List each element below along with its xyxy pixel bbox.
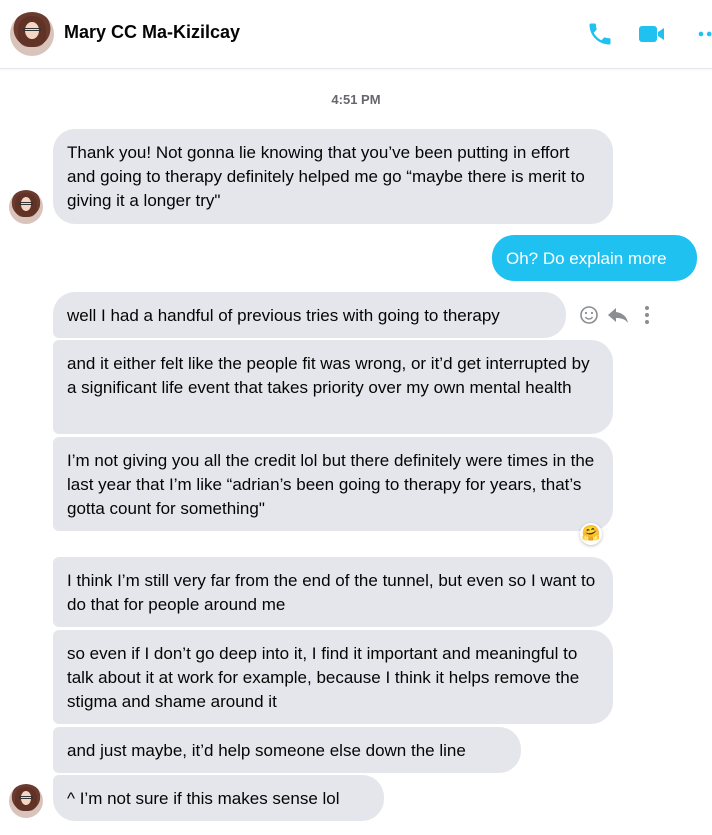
message-bubble-incoming[interactable]: and just maybe, it’d help someone else d…	[53, 727, 521, 773]
message-bubble-incoming[interactable]: and it either felt like the people fit w…	[53, 340, 613, 434]
reply-icon[interactable]	[606, 304, 630, 326]
message-bubble-incoming[interactable]: I’m not giving you all the credit lol bu…	[53, 437, 613, 531]
message-bubble-incoming[interactable]: I think I’m still very far from the end …	[53, 557, 613, 627]
video-icon[interactable]	[638, 20, 666, 48]
message-bubble-incoming[interactable]: well I had a handful of previous tries w…	[53, 292, 566, 338]
contact-name[interactable]: Mary CC Ma-Kizilcay	[64, 22, 240, 43]
react-icon[interactable]	[578, 304, 600, 326]
message-bubble-incoming[interactable]: Thank you! Not gonna lie knowing that yo…	[53, 129, 613, 224]
call-icon[interactable]	[586, 20, 614, 48]
sender-avatar[interactable]	[9, 190, 43, 224]
more-options-icon[interactable]	[642, 304, 652, 326]
reaction-badge[interactable]: 🤗	[580, 523, 602, 545]
more-icon[interactable]	[694, 20, 712, 48]
contact-avatar[interactable]	[10, 12, 54, 56]
conversation-header: Mary CC Ma-Kizilcay	[0, 0, 712, 69]
message-bubble-incoming[interactable]: ^ I’m not sure if this makes sense lol	[53, 775, 384, 821]
sender-avatar[interactable]	[9, 784, 43, 818]
message-bubble-outgoing[interactable]: Oh? Do explain more	[492, 235, 697, 281]
message-bubble-incoming[interactable]: so even if I don’t go deep into it, I fi…	[53, 630, 613, 724]
message-timestamp: 4:51 PM	[331, 92, 381, 107]
